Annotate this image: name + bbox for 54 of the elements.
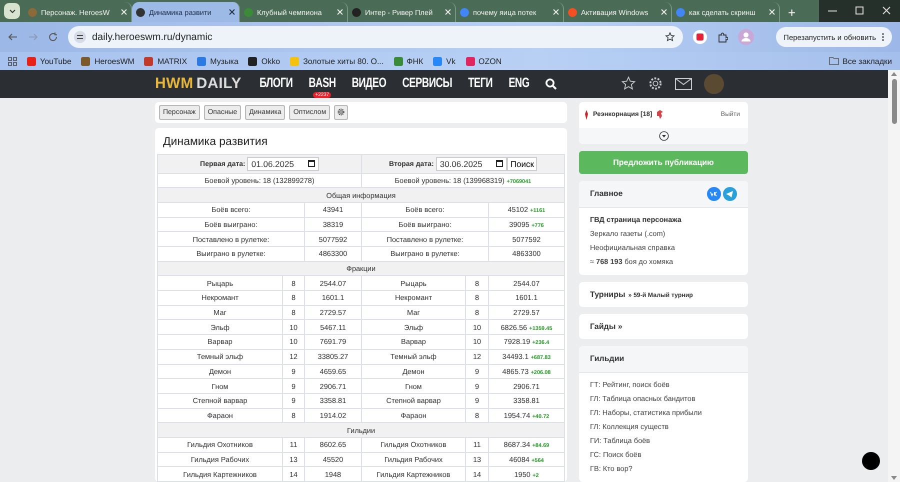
nav-menu-item[interactable]: BASH: [308, 76, 336, 92]
date-field[interactable]: 30.06.2025: [436, 156, 508, 171]
card-title[interactable]: Турниры: [590, 290, 626, 299]
bookmark-link[interactable]: HeroesWM: [81, 56, 134, 66]
telegram-icon[interactable]: [723, 186, 737, 201]
nav-menu-item[interactable]: ENG: [508, 76, 530, 92]
date-field[interactable]: 01.06.2025: [247, 156, 319, 171]
vk-icon[interactable]: [707, 186, 721, 201]
settings-icon[interactable]: [648, 76, 664, 92]
mail-icon[interactable]: [675, 78, 692, 90]
nav-menu-item[interactable]: БЛОГИ: [260, 76, 293, 92]
expand-icon[interactable]: [658, 130, 668, 141]
scroll-thumb[interactable]: [892, 79, 896, 124]
bookmark-link[interactable]: Музыка: [197, 56, 238, 66]
scroll-up-icon[interactable]: [891, 72, 897, 76]
bookmark-link[interactable]: YouTube: [27, 56, 72, 66]
back-arrow-icon[interactable]: [8, 32, 18, 42]
card-title: Гильдии: [590, 354, 624, 364]
settings-icon: [337, 108, 346, 116]
calendar-icon: [308, 160, 315, 168]
nav-menu-item[interactable]: СЕРВИСЫ: [402, 76, 452, 92]
floating-circle-button[interactable]: [862, 452, 880, 470]
all-bookmarks-link[interactable]: Все закладки: [828, 56, 892, 66]
chevron-down-icon[interactable]: [8, 8, 16, 14]
search-icon[interactable]: [545, 78, 558, 90]
apps-grid-icon[interactable]: [8, 56, 17, 66]
calendar-icon: [496, 160, 504, 168]
new-tab-button[interactable]: +: [780, 5, 804, 20]
folder-icon: [828, 57, 839, 65]
settings-button[interactable]: [334, 104, 348, 120]
bookmark-link[interactable]: OZON: [466, 56, 502, 66]
nav-menu-item[interactable]: ВИДЕО: [352, 76, 386, 92]
site-info-icon[interactable]: [74, 31, 86, 43]
card-title: Главное: [590, 189, 623, 198]
bookmark-link[interactable]: MATRIX: [144, 56, 188, 66]
star-icon[interactable]: [665, 32, 675, 42]
puzzle-icon[interactable]: [717, 32, 728, 42]
bookmark-link[interactable]: Золотые хиты 80. О...: [290, 56, 384, 66]
scrollbar[interactable]: [888, 70, 900, 482]
reload-icon[interactable]: [48, 32, 58, 42]
search-button[interactable]: Поиск: [507, 156, 537, 171]
bookmark-link[interactable]: Okko: [248, 56, 280, 66]
panel-title: Динамика развития: [162, 134, 269, 150]
card-title[interactable]: Гайды »: [590, 322, 622, 331]
close-icon[interactable]: [229, 9, 235, 15]
nav-menu-item[interactable]: ТЕГИ: [468, 76, 493, 92]
bookmark-link[interactable]: ФНК: [394, 56, 424, 66]
scroll-down-icon[interactable]: [891, 476, 897, 480]
bookmark-link[interactable]: Vk: [433, 56, 456, 66]
site-logo[interactable]: HWM DAILY: [155, 75, 242, 92]
figure-icon: [584, 110, 589, 120]
tab-search-button[interactable]: [4, 3, 20, 19]
extension-icon[interactable]: [693, 30, 707, 44]
address-bar[interactable]: daily.heroeswm.ru/dynamic: [68, 26, 683, 48]
